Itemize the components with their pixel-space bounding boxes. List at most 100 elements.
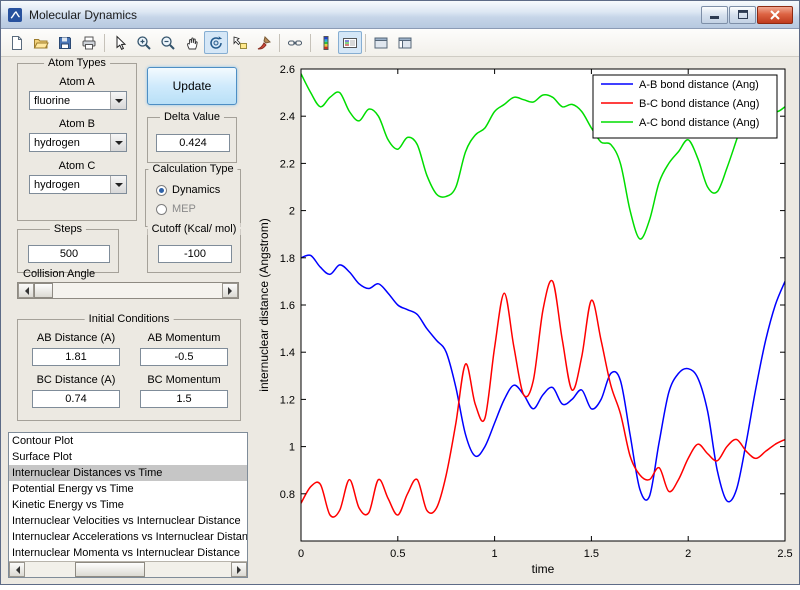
bc-momentum-field[interactable]: 1.5 [140,390,228,408]
atom-b-value: hydrogen [34,136,80,149]
legend-label-0: A-B bond distance (Ang) [639,79,759,91]
listbox-horizontal-scrollbar[interactable] [9,561,247,577]
scrollbar-left-arrow-icon[interactable] [9,562,25,577]
list-item[interactable]: Internuclear Accelerations vs Internucle… [9,529,247,545]
scrollbar-right-arrow-icon[interactable] [231,562,247,577]
y-tick-label: 0.8 [280,489,295,501]
atom-c-select[interactable]: hydrogen [29,175,127,194]
show-plot-tools-icon [398,37,412,48]
minimize-button[interactable] [701,5,728,24]
calculation-type-panel: Calculation Type Dynamics MEP [145,163,241,227]
plot-area [301,69,785,541]
slider-left-arrow-icon[interactable] [18,283,34,298]
bc-momentum-label: BC Momentum [147,374,221,386]
y-tick-label: 2.4 [280,111,295,123]
delta-value-panel: Delta Value 0.424 [147,111,237,163]
ab-distance-field[interactable]: 1.81 [32,348,120,366]
x-tick-label: 1.5 [584,548,599,560]
data-cursor-icon [233,35,247,49]
list-item[interactable]: Contour Plot [9,433,247,449]
atom-types-title: Atom Types [44,57,110,69]
list-item[interactable]: Surface Plot [9,449,247,465]
x-tick-label: 2 [685,548,691,560]
ab-momentum-label: AB Momentum [147,332,221,344]
toolbar-open-file[interactable] [29,31,53,54]
maximize-button[interactable] [729,5,756,24]
ab-momentum-field[interactable]: -0.5 [140,348,228,366]
calculation-type-title: Calculation Type [148,163,238,175]
scrollbar-thumb[interactable] [75,562,145,577]
window-icon [8,7,22,22]
toolbar-data-cursor[interactable] [228,31,252,54]
initial-conditions-title: Initial Conditions [84,313,174,325]
toolbar-zoom-out[interactable] [156,31,180,54]
atom-b-select[interactable]: hydrogen [29,133,127,152]
chevron-down-icon[interactable] [110,176,126,193]
radio-dot [156,184,167,196]
plot-type-listbox[interactable]: Contour Plot Surface Plot Internuclear D… [8,432,248,578]
window-title: Molecular Dynamics [29,7,138,22]
update-button[interactable]: Update [147,67,237,105]
titlebar[interactable]: Molecular Dynamics [1,1,799,29]
toolbar-zoom-in[interactable] [132,31,156,54]
app-window: Molecular Dynamics Atom Types Atom A flu… [0,0,800,585]
collision-angle-slider[interactable] [17,282,239,299]
new-figure-icon [12,35,22,50]
toolbar-new-figure[interactable] [5,31,29,54]
y-tick-label: 1.2 [280,394,295,406]
toolbar-save-figure[interactable] [53,31,77,54]
zoom-out-icon [161,35,175,50]
legend[interactable]: A-B bond distance (Ang) B-C bond distance… [592,74,778,139]
list-item[interactable]: Potential Energy vs Time [9,481,247,497]
close-button[interactable] [757,5,793,24]
chart-region: 0 0.5 1 1.5 2 2.5 0.8 1 1.2 1.4 1.6 1.8 2 2.2 2.4 2.6 ti… [255,57,800,585]
bc-distance-field[interactable]: 0.74 [32,390,120,408]
list-item[interactable]: Internuclear Momenta vs Internuclear Dis… [9,545,247,561]
toolbar-hide-plot-tools[interactable] [369,31,393,54]
toolbar-print-figure[interactable] [77,31,101,54]
radio-mep[interactable]: MEP [156,203,196,215]
brush-icon [257,35,271,49]
x-tick-label: 0.5 [390,548,405,560]
list-item[interactable]: Internuclear Velocities vs Internuclear … [9,513,247,529]
radio-mep-label: MEP [172,203,196,215]
y-tick-label: 1.8 [280,253,295,265]
radio-dynamics[interactable]: Dynamics [156,184,220,196]
y-tick-label: 2.2 [280,158,295,170]
zoom-in-icon [137,35,151,50]
figure-content: Atom Types Atom A fluorine Atom B hydrog… [1,57,799,584]
toolbar-separator [310,33,311,52]
toolbar-rotate-3d[interactable] [204,31,228,54]
list-item[interactable]: Internuclear Distances vs Time [9,465,247,481]
cutoff-panel: Cutoff (Kcal/ mol) -100 [147,223,241,273]
cutoff-field[interactable]: -100 [158,245,232,263]
initial-conditions-panel: Initial Conditions AB Distance (A) AB Mo… [17,313,241,421]
printer-icon [82,36,96,49]
toolbar-separator [279,33,280,52]
list-item[interactable]: Kinetic Energy vs Time [9,497,247,513]
delta-value-field[interactable]: 0.424 [156,134,230,152]
slider-thumb[interactable] [34,283,53,298]
toolbar-insert-legend[interactable] [338,31,362,54]
toolbar-show-plot-tools[interactable] [393,31,417,54]
chevron-down-icon[interactable] [110,92,126,109]
atom-a-label: Atom A [59,76,95,88]
steps-field[interactable]: 500 [28,245,110,263]
maximize-icon [737,9,748,19]
slider-right-arrow-icon[interactable] [222,283,238,298]
toolbar-link-plot[interactable] [283,31,307,54]
atom-a-select[interactable]: fluorine [29,91,127,110]
legend-icon [343,37,357,48]
legend-label-2: A-C bond distance (Ang) [639,117,759,129]
toolbar-pan[interactable] [180,31,204,54]
collision-angle-label: Collision Angle [23,268,96,280]
bc-distance-label: BC Distance (A) [36,374,116,386]
toolbar-insert-colorbar[interactable] [314,31,338,54]
hide-plot-tools-icon [374,37,388,48]
chevron-down-icon[interactable] [110,134,126,151]
plot-canvas[interactable]: 0 0.5 1 1.5 2 2.5 0.8 1 1.2 1.4 1.6 1.8 2 2.2 2.4 2.6 ti… [255,57,800,585]
toolbar-edit-plot[interactable] [108,31,132,54]
toolbar-brush[interactable] [252,31,276,54]
y-tick-label: 2 [289,206,295,218]
cutoff-title: Cutoff (Kcal/ mol) [147,223,241,235]
